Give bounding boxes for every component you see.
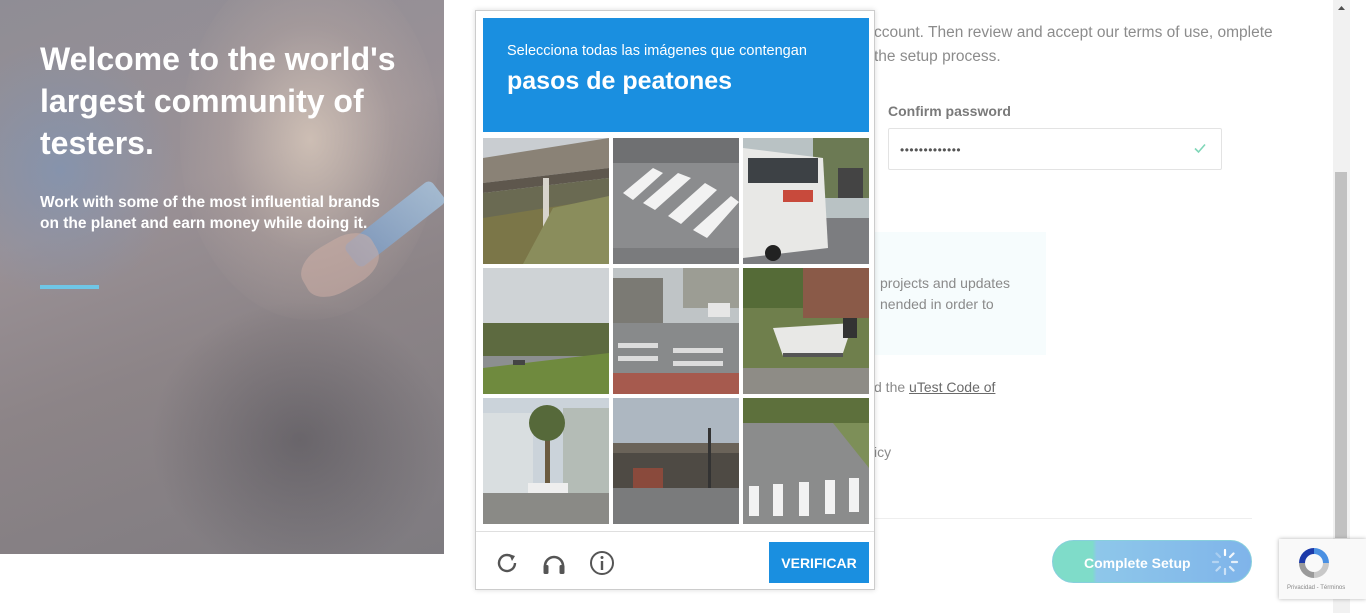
code-of-prefix: d the	[874, 379, 910, 395]
info-icon[interactable]	[588, 549, 616, 577]
captcha-tile-4-image	[483, 268, 609, 394]
info-box: projects and updates nended in order to	[874, 232, 1046, 355]
hero-title: Welcome to the world's largest community…	[40, 41, 396, 161]
check-icon	[1194, 143, 1206, 154]
captcha-tile-1[interactable]	[483, 138, 609, 264]
captcha-tile-8[interactable]	[613, 398, 739, 524]
captcha-tile-3[interactable]	[743, 138, 869, 264]
captcha-tile-7[interactable]	[483, 398, 609, 524]
audio-challenge-icon[interactable]	[540, 549, 568, 577]
recaptcha-links[interactable]: Privacidad - Términos	[1287, 585, 1345, 591]
hero-accent-line	[40, 285, 99, 289]
captcha-target: pasos de peatones	[507, 67, 733, 95]
reload-icon[interactable]	[493, 549, 521, 577]
captcha-tile-6[interactable]	[743, 268, 869, 394]
captcha-tile-3-image	[743, 138, 869, 264]
captcha-tile-7-image	[483, 398, 609, 524]
form-intro-text: ccount. Then review and accept our terms…	[874, 24, 1273, 65]
captcha-image-grid	[483, 138, 869, 524]
scroll-up-arrow-icon[interactable]	[1333, 0, 1350, 17]
captcha-tile-8-image	[613, 398, 739, 524]
info-text: projects and updates nended in order to	[880, 275, 1010, 312]
spinner-icon	[1211, 548, 1239, 576]
confirm-password-label: Confirm password	[888, 103, 1011, 119]
hero-panel: Welcome to the world's largest community…	[0, 0, 444, 554]
complete-setup-button[interactable]: Complete Setup	[1052, 540, 1252, 583]
hero-subtitle: Work with some of the most influential b…	[40, 194, 380, 232]
captcha-tile-4[interactable]	[483, 268, 609, 394]
scrollbar-thumb[interactable]	[1335, 172, 1347, 538]
captcha-tile-9-image	[743, 398, 869, 524]
captcha-tile-9[interactable]	[743, 398, 869, 524]
confirm-password-value: •••••••••••••	[900, 143, 962, 157]
captcha-footer-divider	[476, 531, 874, 532]
captcha-tile-1-image	[483, 138, 609, 264]
captcha-header: Selecciona todas las imágenes que conten…	[483, 18, 869, 132]
captcha-tile-5[interactable]	[613, 268, 739, 394]
captcha-tile-5-image	[613, 268, 739, 394]
hero-background-shade	[150, 300, 444, 554]
verify-button[interactable]: VERIFICAR	[769, 542, 869, 583]
code-of-conduct-text: d the uTest Code of	[874, 379, 995, 395]
captcha-challenge: Selecciona todas las imágenes que conten…	[475, 10, 875, 590]
form-divider	[874, 518, 1252, 519]
recaptcha-logo-icon	[1299, 548, 1329, 578]
recaptcha-badge[interactable]: Privacidad - Términos	[1279, 539, 1366, 599]
policy-fragment: icy	[874, 444, 892, 460]
code-of-conduct-link[interactable]: uTest Code of	[909, 379, 995, 395]
captcha-tile-6-image	[743, 268, 869, 394]
confirm-password-field[interactable]: •••••••••••••	[888, 128, 1222, 170]
captcha-instruction: Selecciona todas las imágenes que conten…	[507, 43, 807, 59]
complete-setup-label: Complete Setup	[1084, 555, 1191, 571]
captcha-tile-2-image	[613, 138, 739, 264]
captcha-tile-2[interactable]	[613, 138, 739, 264]
